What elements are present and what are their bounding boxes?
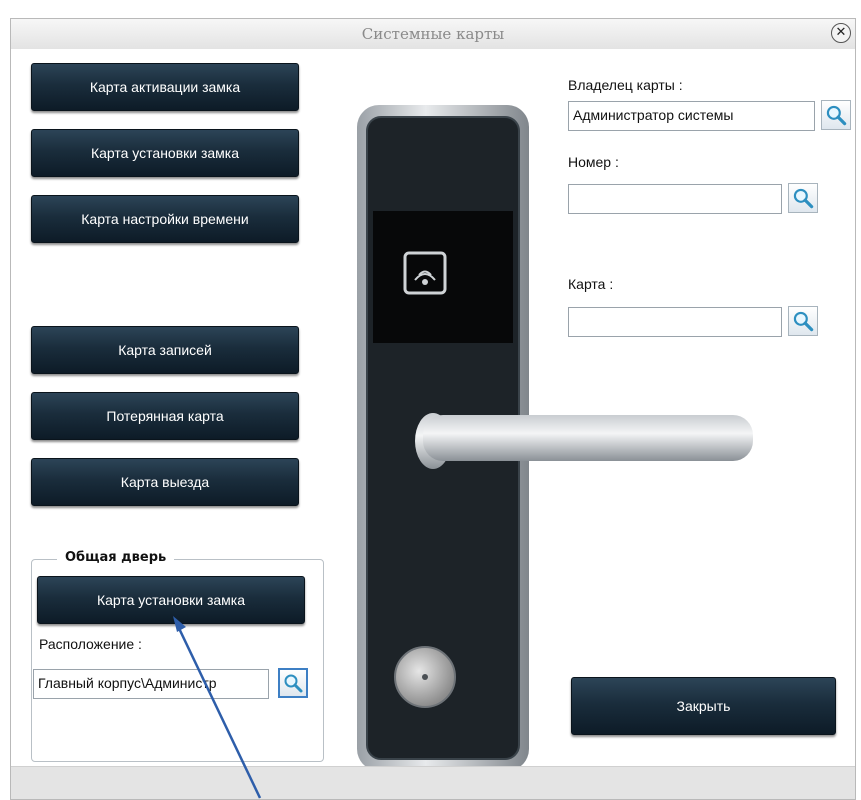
common-door-lock-setup-card-button[interactable]: Карта установки замка [37,576,305,624]
system-cards-window: Системные карты ✕ Карта активации замка … [10,18,856,800]
card-owner-label: Владелец карты : [568,77,683,93]
dialog-content: Карта активации замка Карта установки за… [11,49,855,771]
lock-activation-card-label: Карта активации замка [89,79,241,95]
common-door-group-title: Общая дверь [57,550,175,565]
lost-card-button[interactable]: Потерянная карта [31,392,299,440]
location-search-button[interactable] [278,668,308,698]
window-bottom-bar [11,766,855,799]
window-title: Системные карты [361,25,505,43]
close-window-button[interactable]: ✕ [831,23,851,43]
checkout-card-button[interactable]: Карта выезда [31,458,299,506]
lock-activation-card-button[interactable]: Карта активации замка [31,63,299,111]
card-label: Карта : [568,276,614,292]
number-field[interactable] [568,184,782,214]
records-card-label: Карта записей [118,342,212,358]
time-setup-card-button[interactable]: Карта настройки времени [31,195,299,243]
search-icon [284,674,303,693]
lock-setup-card-label: Карта установки замка [90,145,240,161]
search-icon [826,105,847,126]
title-bar: Системные карты ✕ [11,19,855,50]
location-field[interactable]: Главный корпус\Администр [33,669,269,699]
checkout-card-label: Карта выезда [120,474,210,490]
number-label: Номер : [568,154,619,170]
close-button[interactable]: Закрыть [571,677,836,735]
number-search-button[interactable] [788,183,818,213]
card-field[interactable] [568,307,782,337]
card-owner-field[interactable]: Администратор системы [568,101,815,131]
card-search-button[interactable] [788,306,818,336]
card-owner-search-button[interactable] [821,100,851,130]
common-door-lock-setup-card-label: Карта установки замка [96,592,246,608]
time-setup-card-label: Карта настройки времени [81,211,249,227]
search-icon [793,311,814,332]
lock-setup-card-button[interactable]: Карта установки замка [31,129,299,177]
records-card-button[interactable]: Карта записей [31,326,299,374]
close-button-label: Закрыть [676,698,731,714]
lost-card-label: Потерянная карта [106,408,224,424]
close-icon: ✕ [835,25,847,40]
search-icon [793,188,814,209]
location-label: Расположение : [39,636,142,652]
